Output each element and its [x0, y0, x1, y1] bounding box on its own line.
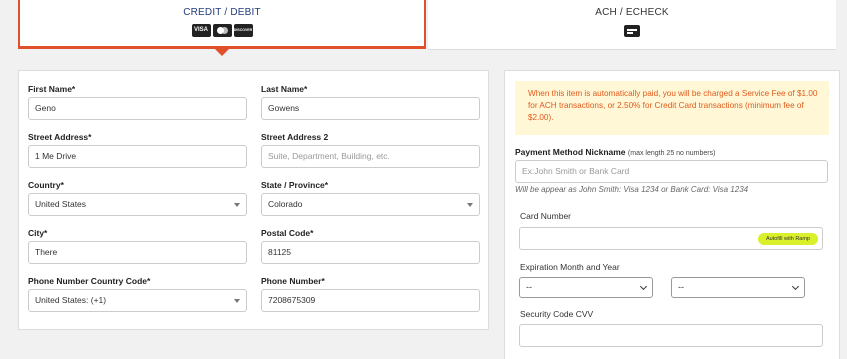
- phone-number-input[interactable]: 7208675309: [261, 289, 480, 312]
- echeck-icon: [624, 25, 640, 37]
- phone-number-label: Phone Number*: [261, 276, 325, 286]
- mastercard-icon: [212, 24, 232, 37]
- city-label: City*: [28, 228, 48, 238]
- chevron-down-icon: [639, 282, 648, 291]
- discover-icon: DISCOVER: [233, 24, 253, 37]
- phone-country-code-value: United States: (+1): [35, 295, 107, 305]
- tab-credit-debit-label: CREDIT / DEBIT: [183, 7, 261, 18]
- city-input[interactable]: There: [28, 241, 247, 264]
- phone-country-code-label: Phone Number Country Code*: [28, 276, 151, 286]
- payment-info-panel: When this item is automatically paid, yo…: [504, 70, 840, 359]
- expiration-month-value: --: [526, 282, 532, 292]
- state-select[interactable]: Colorado: [261, 193, 480, 216]
- card-number-label: Card Number: [520, 211, 572, 221]
- last-name-input[interactable]: Gowens: [261, 97, 480, 120]
- autofill-ramp-button[interactable]: Autofill with Ramp: [757, 233, 818, 245]
- nickname-hint: Will be appear as John Smith: Visa 1234 …: [515, 185, 749, 194]
- chevron-down-icon: [234, 299, 240, 303]
- tab-ach-echeck[interactable]: ACH / ECHECK: [428, 0, 836, 50]
- cvv-label: Security Code CVV: [520, 309, 594, 319]
- state-label: State / Province*: [261, 180, 329, 190]
- street-address-input[interactable]: 1 Me Drive: [28, 145, 247, 168]
- billing-info-panel: First Name* Geno Last Name* Gowens Stree…: [18, 70, 489, 330]
- state-value: Colorado: [268, 199, 303, 209]
- expiration-year-value: --: [678, 282, 684, 292]
- nickname-input[interactable]: Ex:John Smith or Bank Card: [515, 160, 828, 183]
- nickname-label: Payment Method Nickname (max length 25 n…: [515, 147, 715, 157]
- street-address-2-label: Street Address 2: [261, 132, 329, 142]
- visa-icon: VISA: [191, 24, 211, 37]
- expiration-year-select[interactable]: --: [671, 277, 805, 298]
- country-label: Country*: [28, 180, 64, 190]
- active-tab-pointer: [215, 49, 229, 56]
- card-brand-icons: VISA DISCOVER: [20, 24, 424, 37]
- nickname-sublabel: (max length 25 no numbers): [627, 150, 716, 157]
- tab-ach-echeck-label: ACH / ECHECK: [595, 7, 669, 18]
- chevron-down-icon: [467, 203, 473, 207]
- street-address-label: Street Address*: [28, 132, 92, 142]
- first-name-input[interactable]: Geno: [28, 97, 247, 120]
- postal-code-input[interactable]: 81125: [261, 241, 480, 264]
- first-name-label: First Name*: [28, 84, 76, 94]
- last-name-label: Last Name*: [261, 84, 308, 94]
- street-address-2-input[interactable]: Suite, Department, Building, etc.: [261, 145, 480, 168]
- postal-code-label: Postal Code*: [261, 228, 314, 238]
- phone-country-code-select[interactable]: United States: (+1): [28, 289, 247, 312]
- chevron-down-icon: [234, 203, 240, 207]
- country-select[interactable]: United States: [28, 193, 247, 216]
- nickname-label-text: Payment Method Nickname: [515, 147, 626, 157]
- payment-type-tabs: CREDIT / DEBIT VISA DISCOVER ACH / ECHEC…: [0, 0, 847, 62]
- service-fee-notice: When this item is automatically paid, yo…: [515, 81, 829, 135]
- chevron-down-icon: [791, 282, 800, 291]
- tab-credit-debit[interactable]: CREDIT / DEBIT VISA DISCOVER: [18, 0, 426, 56]
- cvv-input[interactable]: [519, 324, 823, 347]
- country-value: United States: [35, 199, 87, 209]
- card-number-input[interactable]: Autofill with Ramp: [519, 227, 823, 250]
- expiration-label: Expiration Month and Year: [520, 262, 620, 272]
- expiration-month-select[interactable]: --: [519, 277, 653, 298]
